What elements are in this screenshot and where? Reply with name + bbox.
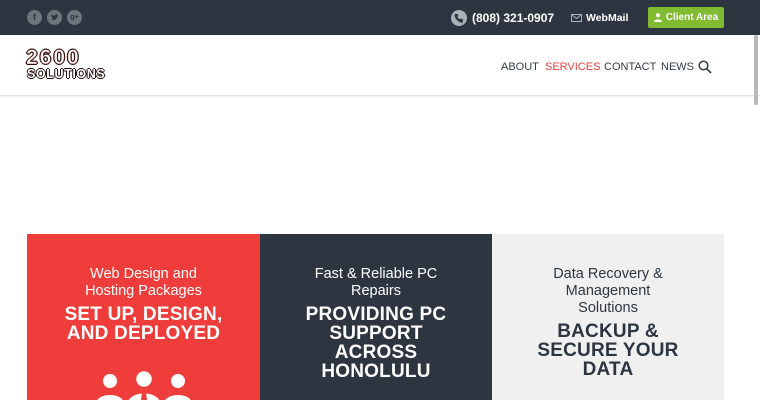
service-panel-web-design[interactable]: Web Design and Hosting Packages SET UP, … — [27, 234, 260, 400]
site-logo[interactable]: 2600 SOLUTIONS — [26, 46, 124, 86]
panel-headline: SET UP, DESIGN, AND DEPLOYED — [64, 304, 223, 344]
webmail-label: WebMail — [586, 11, 629, 24]
client-area-button[interactable]: Client Area — [648, 7, 724, 28]
panel-subtitle: Fast & Reliable PC Repairs — [314, 266, 438, 299]
panel-headline: BACKUP & SECURE YOUR DATA — [537, 321, 679, 380]
top-bar: f g+ (808) 321-0907 WebMail Client Area — [0, 0, 760, 35]
twitter-icon[interactable] — [47, 10, 62, 25]
nav-about[interactable]: ABOUT — [501, 60, 539, 74]
google-plus-icon[interactable]: g+ — [67, 10, 82, 25]
team-icon — [97, 370, 191, 400]
webmail-link[interactable]: WebMail — [571, 10, 628, 25]
panel-subtitle: Data Recovery & Management Solutions — [553, 266, 663, 316]
client-area-label: Client Area — [665, 12, 719, 23]
phone-icon — [451, 9, 467, 26]
panel-subtitle: Web Design and Hosting Packages — [85, 266, 202, 299]
service-panel-pc-repairs[interactable]: Fast & Reliable PC Repairs PROVIDING PC … — [260, 234, 492, 400]
phone-number: (808) 321-0907 — [472, 10, 555, 25]
logo-word: SOLUTIONS — [27, 67, 106, 81]
user-icon — [653, 13, 662, 22]
nav-services[interactable]: SERVICES — [545, 60, 600, 74]
nav-news[interactable]: NEWS — [661, 60, 694, 74]
scrollbar[interactable] — [754, 35, 758, 105]
envelope-icon — [571, 14, 582, 22]
panel-headline: PROVIDING PC SUPPORT ACROSS HONOLULU — [305, 304, 447, 382]
facebook-icon[interactable]: f — [27, 10, 42, 25]
service-panel-data-recovery[interactable]: Data Recovery & Management Solutions BAC… — [492, 234, 724, 400]
phone-contact[interactable]: (808) 321-0907 — [451, 9, 554, 26]
search-icon[interactable] — [698, 60, 712, 74]
logo-number: 2600 — [26, 46, 81, 69]
site-header: 2600 SOLUTIONS ABOUT SERVICES CONTACT NE… — [0, 35, 760, 96]
nav-contact[interactable]: CONTACT — [604, 60, 656, 74]
